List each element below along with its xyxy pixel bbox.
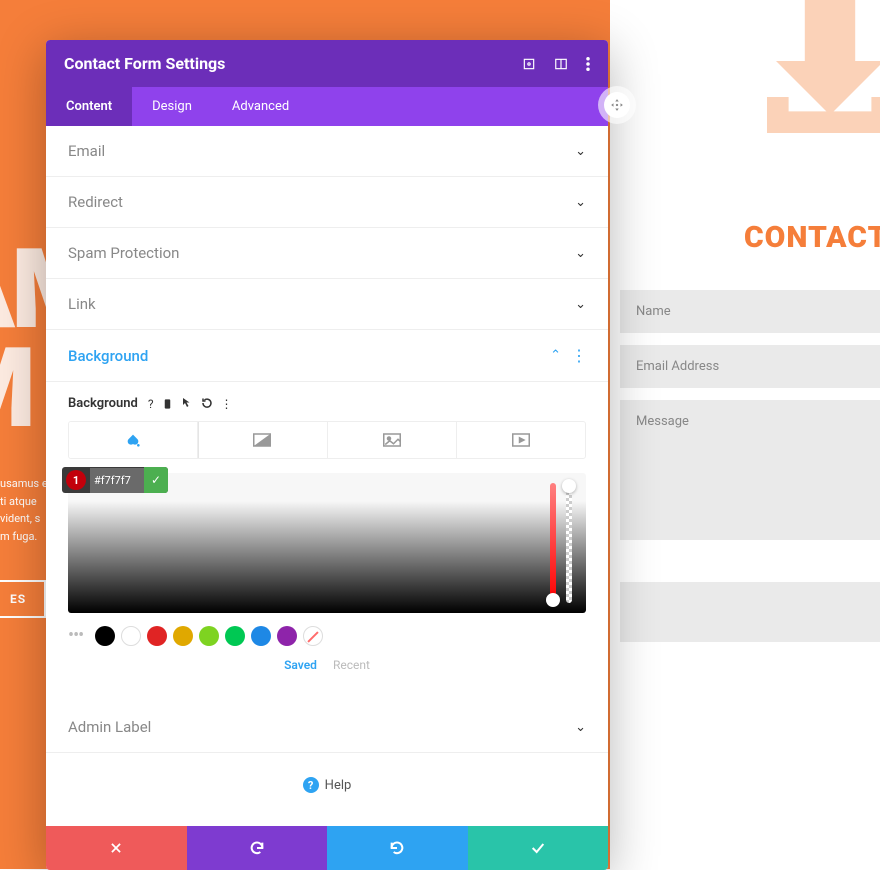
help-label: Help — [325, 778, 352, 793]
swatch-blue[interactable] — [251, 626, 271, 646]
hex-input[interactable] — [90, 468, 144, 493]
background-type-tabs — [68, 421, 586, 459]
swatch-purple[interactable] — [277, 626, 297, 646]
email-field[interactable]: Email Address — [620, 345, 880, 388]
bg-tab-image[interactable] — [328, 422, 457, 458]
swatch-red[interactable] — [147, 626, 167, 646]
modal-tabs: Content Design Advanced — [46, 87, 608, 126]
section-label: Email — [68, 142, 105, 160]
swatch-black[interactable] — [95, 626, 115, 646]
swatch-green[interactable] — [225, 626, 245, 646]
contact-pane: CONTACT U Name Email Address Message — [610, 0, 880, 869]
help-icon[interactable]: ? — [148, 397, 154, 411]
step-badge: 1 — [66, 470, 86, 490]
chevron-up-icon: ⌃ — [550, 348, 561, 363]
chevron-down-icon: ⌄ — [575, 246, 586, 261]
swatch-amber[interactable] — [173, 626, 193, 646]
modal-title: Contact Form Settings — [64, 54, 225, 73]
cancel-button[interactable] — [46, 826, 187, 870]
bg-tab-gradient[interactable] — [198, 422, 327, 458]
modal-body: Email ⌄ Redirect ⌄ Spam Protection ⌄ Lin… — [46, 126, 608, 826]
expand-icon[interactable] — [522, 57, 536, 71]
section-background[interactable]: Background ⌃ ⋮ — [46, 330, 608, 382]
panel-icon[interactable] — [554, 57, 568, 71]
background-subheader: Background ? ⋮ — [68, 396, 586, 411]
drag-handle-icon[interactable] — [604, 92, 630, 118]
save-button[interactable] — [468, 826, 609, 870]
chevron-down-icon: ⌄ — [575, 720, 586, 735]
name-field[interactable]: Name — [620, 290, 880, 333]
tablet-icon[interactable] — [162, 397, 173, 411]
swatch-white[interactable] — [121, 626, 141, 646]
download-icon — [740, 0, 880, 170]
alpha-slider[interactable] — [566, 483, 572, 603]
tab-advanced[interactable]: Advanced — [212, 87, 309, 126]
section-admin-label[interactable]: Admin Label ⌄ — [46, 702, 608, 753]
swatch-filter: Saved Recent — [68, 658, 586, 672]
undo-button[interactable] — [187, 826, 328, 870]
more-icon[interactable]: ⋮ — [221, 397, 233, 411]
background-sublabel: Background — [68, 396, 138, 411]
section-options-icon[interactable]: ⋮ — [571, 346, 586, 365]
message-field[interactable]: Message — [620, 400, 880, 540]
modal-footer — [46, 826, 608, 870]
section-label: Spam Protection — [68, 244, 179, 262]
hero-button[interactable]: ES — [0, 580, 46, 618]
reset-icon[interactable] — [201, 397, 213, 411]
redo-button[interactable] — [327, 826, 468, 870]
chevron-down-icon: ⌄ — [575, 195, 586, 210]
modal-chrome: Contact Form Settings Content Design Adv… — [46, 40, 608, 126]
chevron-down-icon: ⌄ — [575, 297, 586, 312]
help-link[interactable]: ? Help — [46, 753, 608, 826]
help-icon: ? — [303, 777, 319, 793]
hue-slider[interactable] — [550, 483, 556, 603]
hex-confirm-button[interactable]: ✓ — [144, 467, 168, 493]
saturation-brightness-field[interactable] — [68, 473, 586, 613]
saved-tab[interactable]: Saved — [284, 658, 317, 672]
extra-field[interactable] — [620, 582, 880, 642]
section-spam[interactable]: Spam Protection ⌄ — [46, 228, 608, 279]
section-label: Admin Label — [68, 718, 151, 736]
section-email[interactable]: Email ⌄ — [46, 126, 608, 177]
alpha-handle[interactable] — [562, 479, 576, 493]
bg-tab-color[interactable] — [69, 422, 198, 458]
section-link[interactable]: Link ⌄ — [46, 279, 608, 330]
background-panel: Background ? ⋮ 1 ✓ — [46, 382, 608, 702]
contact-form: Name Email Address Message — [620, 290, 880, 654]
hover-icon[interactable] — [181, 397, 193, 411]
tab-design[interactable]: Design — [132, 87, 212, 126]
modal-header: Contact Form Settings — [46, 40, 608, 87]
more-icon[interactable] — [586, 57, 590, 71]
settings-modal: Contact Form Settings Content Design Adv… — [46, 40, 608, 870]
recent-tab[interactable]: Recent — [333, 658, 370, 672]
section-redirect[interactable]: Redirect ⌄ — [46, 177, 608, 228]
section-label: Redirect — [68, 193, 123, 211]
section-label: Background — [68, 347, 148, 365]
tab-content[interactable]: Content — [46, 87, 132, 126]
bg-tab-video[interactable] — [457, 422, 585, 458]
hue-handle[interactable] — [546, 593, 560, 607]
section-label: Link — [68, 295, 96, 313]
chevron-down-icon: ⌄ — [575, 144, 586, 159]
swatch-none[interactable] — [303, 626, 323, 646]
swatch-more-icon[interactable]: ••• — [68, 625, 89, 646]
color-swatches: ••• — [68, 625, 586, 646]
swatch-lime[interactable] — [199, 626, 219, 646]
hex-input-pill: 1 ✓ — [62, 467, 168, 493]
contact-title: CONTACT U — [730, 220, 880, 255]
header-controls — [522, 57, 590, 71]
color-picker: 1 ✓ ••• — [68, 473, 586, 672]
